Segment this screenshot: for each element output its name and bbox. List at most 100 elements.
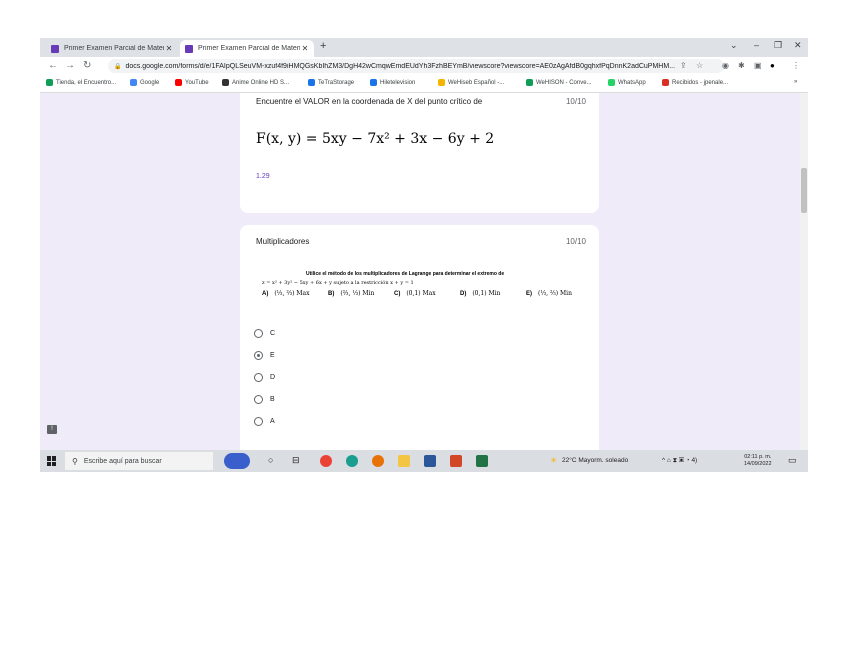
choice-value: (0,1) Max	[406, 290, 436, 297]
taskbar: ⚲ Escribe aquí para buscar ○ ⊟ ☀ 22°C Ma…	[40, 450, 808, 472]
extension-icon[interactable]: ◉	[722, 61, 729, 70]
profile-avatar[interactable]: ●	[770, 61, 775, 70]
answer-text: 1.29	[256, 173, 270, 180]
option-label: B	[270, 395, 275, 403]
firefox-icon[interactable]	[372, 455, 384, 467]
window-close-icon[interactable]: ✕	[794, 40, 802, 51]
bookmark-item[interactable]: Anime Online HD S...	[222, 79, 289, 86]
choice-e: E) (⅓, ⅔) Min	[526, 290, 572, 297]
clock-time: 02:11 p. m.	[744, 454, 772, 460]
cortana-icon[interactable]	[224, 453, 250, 469]
radio-option-c[interactable]: C	[254, 326, 275, 340]
question-card: Encuentre el VALOR en la coordenada de X…	[240, 93, 599, 213]
excel-icon[interactable]	[476, 455, 488, 467]
bookmark-label: WeHiseb Español -...	[448, 79, 505, 86]
bookmark-item[interactable]: Hiletelevision	[370, 79, 415, 86]
radio-option-d[interactable]: D	[254, 370, 275, 384]
radio-button[interactable]	[254, 394, 263, 404]
reload-icon[interactable]: ↻	[83, 60, 91, 71]
bookmark-item[interactable]: Recibidos - jpenale...	[662, 79, 728, 86]
choice-value: (⅓, ⅔) Min	[538, 290, 572, 297]
radio-button[interactable]	[254, 416, 263, 426]
windows-start-icon[interactable]	[47, 456, 57, 466]
star-icon[interactable]: ☆	[696, 61, 703, 70]
bookmark-item[interactable]: WeHiseb Español -...	[438, 79, 504, 86]
radio-button-selected[interactable]	[254, 350, 263, 360]
choice-d: D) (0,1) Min	[460, 290, 500, 297]
bookmark-item[interactable]: TeTraStorage	[308, 79, 354, 86]
tab-title: Primer Examen Parcial de Matem	[198, 45, 300, 52]
tab-1[interactable]: Primer Examen Parcial de Matem ✕	[46, 40, 178, 57]
choice-value: (⅔, ⅓) Min	[340, 290, 375, 297]
radio-option-b[interactable]: B	[254, 392, 275, 406]
address-bar[interactable]: 🔒 docs.google.com/forms/d/e/1FAIpQLSeuVM…	[108, 59, 724, 73]
minimize-icon[interactable]: –	[754, 40, 759, 50]
powerpoint-icon[interactable]	[450, 455, 462, 467]
notification-icon[interactable]: ▭	[788, 455, 797, 466]
tab-strip: Primer Examen Parcial de Matem ✕ Primer …	[40, 38, 808, 57]
question-points: 10/10	[565, 97, 586, 106]
question-function: z = x² + 3y² − 5xy + 6x + y sujeto a la …	[262, 280, 414, 286]
question-formula: F(x, y) = 5xy − 7x² + 3x − 6y + 2	[256, 131, 495, 147]
radio-option-e[interactable]: E	[254, 348, 275, 362]
close-icon[interactable]: ✕	[164, 44, 174, 53]
browser-toolbar: ← → ↻ 🔒 docs.google.com/forms/d/e/1FAIpQ…	[40, 57, 808, 75]
option-label: E	[270, 351, 275, 359]
page-scrollbar[interactable]	[800, 93, 808, 450]
option-label: C	[270, 329, 276, 337]
store-icon[interactable]	[424, 455, 436, 467]
option-label: D	[270, 373, 276, 381]
bookmark-item[interactable]: Google	[130, 79, 159, 86]
tab-2-active[interactable]: Primer Examen Parcial de Matem ✕	[180, 40, 314, 57]
bookmark-label: Anime Online HD S...	[232, 79, 290, 86]
chrome-icon[interactable]	[320, 455, 332, 467]
form-content: Encuentre el VALOR en la coordenada de X…	[40, 93, 808, 450]
bookmark-label: WhatsApp	[618, 79, 646, 86]
question-statement: Utilice el método de los multiplicadores…	[306, 271, 505, 277]
bookmark-item[interactable]: WeHISON - Conve...	[526, 79, 592, 86]
bookmark-label: Google	[140, 79, 160, 86]
restore-icon[interactable]: ❐	[774, 40, 782, 51]
whatsapp-icon	[608, 79, 615, 86]
scrollbar-thumb[interactable]	[801, 168, 807, 213]
new-tab-icon[interactable]: +	[320, 40, 326, 52]
radio-button[interactable]	[254, 328, 263, 338]
choice-c: C) (0,1) Max	[394, 290, 436, 297]
lock-icon: 🔒	[114, 63, 122, 70]
radio-option-a[interactable]: A	[254, 414, 275, 428]
bookmark-icon	[46, 79, 53, 86]
puzzle-icon[interactable]: ✱	[738, 61, 745, 70]
question-title: Encuentre el VALOR en la coordenada de X…	[256, 97, 483, 106]
back-icon[interactable]: ←	[48, 60, 58, 71]
weather-icon: ☀	[550, 456, 558, 465]
clock-date: 14/09/2022	[744, 461, 772, 467]
tab-title: Primer Examen Parcial de Matem	[64, 45, 164, 52]
tray-icons[interactable]: ^ ⌂ ⧗ ▣ ◔ 4)	[662, 457, 697, 465]
feedback-icon[interactable]: !	[47, 425, 57, 434]
file-explorer-icon[interactable]	[398, 455, 410, 467]
weather-text[interactable]: 22°C Mayorm. soleado	[562, 457, 628, 464]
choice-a: A) (⅓, ⅔) Max	[262, 290, 309, 297]
task-view-icon[interactable]: ⊟	[292, 455, 300, 466]
close-icon[interactable]: ✕	[300, 44, 310, 53]
radio-button[interactable]	[254, 372, 263, 382]
sidepanel-icon[interactable]: ▣	[754, 61, 762, 70]
bookmark-item[interactable]: WhatsApp	[608, 79, 646, 86]
bookmark-icon	[438, 79, 445, 86]
url-text: docs.google.com/forms/d/e/1FAIpQLSeuVM-x…	[125, 62, 676, 70]
question-card: Multiplicadores 10/10 Utilice el método …	[240, 225, 599, 450]
cortana-circle-icon[interactable]: ○	[268, 455, 273, 465]
bookmark-item[interactable]: Tienda, el Encuentro...	[46, 79, 116, 86]
clock[interactable]: 02:11 p. m. 14/09/2022	[744, 454, 772, 468]
more-bookmarks-icon[interactable]: »	[794, 79, 797, 85]
menu-icon[interactable]: ⋮	[792, 61, 800, 70]
share-icon[interactable]: ⇪	[680, 61, 687, 70]
choice-b: B) (⅔, ⅓) Min	[328, 290, 374, 297]
forward-icon[interactable]: →	[65, 60, 75, 71]
edge-icon[interactable]	[346, 455, 358, 467]
taskbar-search[interactable]: ⚲ Escribe aquí para buscar	[65, 452, 213, 470]
tab-search-icon[interactable]: ⌄	[730, 40, 738, 51]
choice-letter: C)	[394, 291, 401, 297]
bookmark-item[interactable]: YouTube	[175, 79, 209, 86]
bookmarks-bar: Tienda, el Encuentro... Google YouTube A…	[40, 75, 808, 93]
